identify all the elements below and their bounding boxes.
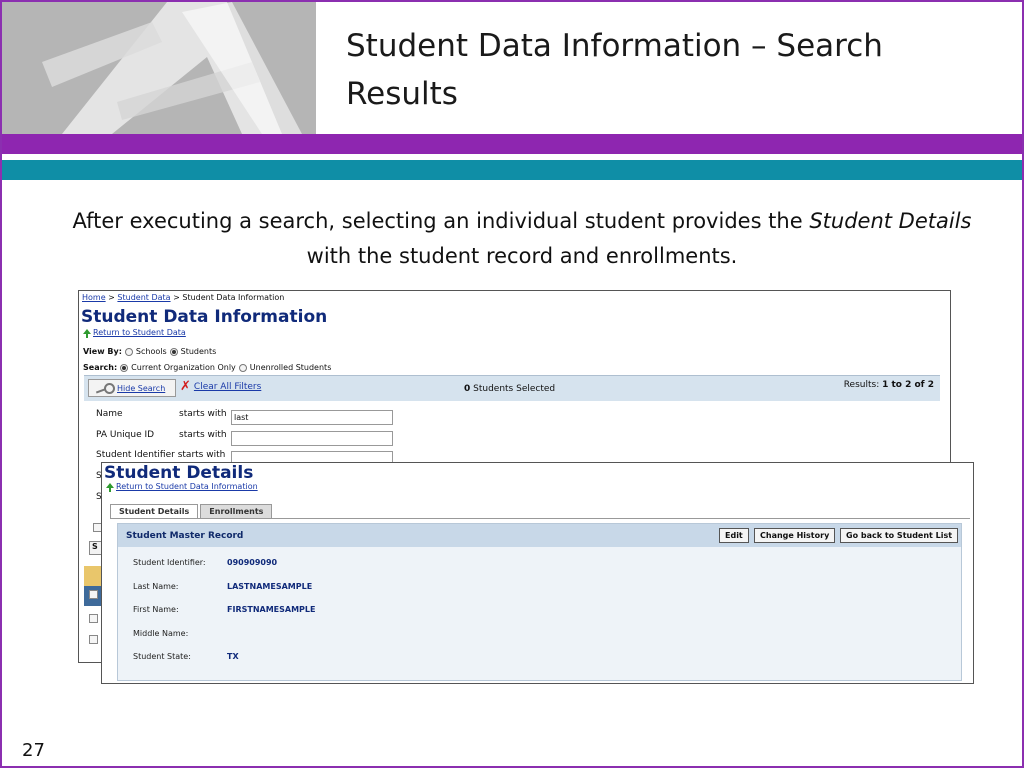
filter-label: Name: [96, 409, 123, 419]
last-name-label: Last Name:: [133, 582, 179, 591]
student-state-label: Student State:: [133, 652, 191, 661]
results-count: Results: 1 to 2 of 2: [844, 380, 934, 390]
students-selected-count: 0 Students Selected: [464, 384, 555, 394]
breadcrumb-home-link[interactable]: Home: [82, 293, 106, 302]
slide-title: Student Data Information – Search Result…: [346, 28, 883, 112]
intro-text-end: with the student record and enrollments.: [306, 244, 738, 268]
view-by-schools-label: Schools: [135, 347, 167, 356]
first-name-value: FIRSTNAMESAMPLE: [227, 605, 316, 614]
edit-button[interactable]: Edit: [719, 528, 749, 543]
name-filter-input[interactable]: last: [231, 410, 393, 425]
current-organization-label: Current Organization Only: [131, 363, 236, 372]
tab-enrollments[interactable]: Enrollments: [200, 504, 273, 519]
breadcrumb-current: Student Data Information: [182, 293, 285, 302]
hide-search-label: Hide Search: [117, 383, 166, 393]
clear-all-filters-link[interactable]: ✗ Clear All Filters: [180, 379, 262, 394]
page-heading: Student Data Information: [81, 307, 328, 327]
intro-text: After executing a search, selecting an i…: [60, 204, 984, 274]
student-master-record-panel: Student Master Record Edit Change Histor…: [117, 523, 962, 681]
search-toolbar: Hide Search ✗ Clear All Filters 0 Studen…: [84, 375, 940, 401]
filter-label: Student Identifier: [96, 450, 175, 460]
tab-divider: [110, 518, 970, 519]
return-row: Return to Student Data: [83, 328, 186, 338]
student-identifier-value: 090909090: [227, 558, 278, 567]
select-all-checkbox[interactable]: [89, 590, 98, 599]
page-number: 27: [22, 740, 45, 761]
intro-text-start: After executing a search, selecting an i…: [72, 209, 810, 233]
pa-unique-id-filter-input[interactable]: [231, 431, 393, 446]
return-to-student-data-information-link[interactable]: Return to Student Data Information: [116, 482, 258, 491]
first-name-label: First Name:: [133, 605, 179, 614]
view-by-students-radio[interactable]: [169, 347, 178, 356]
row-checkbox[interactable]: [89, 614, 98, 623]
change-history-button[interactable]: Change History: [754, 528, 836, 543]
return-row: Return to Student Data Information: [106, 482, 258, 492]
go-back-to-student-list-button[interactable]: Go back to Student List: [840, 528, 959, 543]
return-arrow-icon: [106, 483, 114, 492]
teal-band: [2, 160, 1022, 180]
intro-text-emphasis: Student Details: [809, 209, 972, 233]
return-arrow-icon: [83, 329, 91, 338]
filter-operator: starts with: [179, 409, 227, 419]
hide-search-button[interactable]: Hide Search: [88, 379, 176, 397]
filter-operator: starts with: [179, 430, 227, 440]
row-checkbox[interactable]: [89, 635, 98, 644]
view-by-row: View By: Schools Students: [83, 347, 216, 356]
unenrolled-students-radio[interactable]: [238, 363, 247, 372]
breadcrumb: Home > Student Data > Student Data Infor…: [82, 293, 284, 302]
student-identifier-label: Student Identifier:: [133, 558, 206, 567]
filter-operator: starts with: [177, 450, 226, 460]
filter-row-name: Name starts with: [96, 409, 227, 419]
breadcrumb-separator: >: [170, 293, 183, 302]
record-header: Student Master Record Edit Change Histor…: [118, 524, 961, 547]
results-value: 1 to 2 of 2: [882, 380, 934, 390]
filter-row-student-identifier: Student Identifier starts with: [96, 450, 225, 460]
view-by-schools-radio[interactable]: [124, 347, 133, 356]
current-organization-radio[interactable]: [120, 363, 129, 372]
middle-name-label: Middle Name:: [133, 629, 189, 638]
selected-count-text: Students Selected: [470, 384, 556, 394]
clear-all-filters-label: Clear All Filters: [193, 382, 262, 392]
filter-label: PA Unique ID: [96, 430, 155, 440]
breadcrumb-student-data-link[interactable]: Student Data: [117, 293, 170, 302]
student-details-window: Student Details Return to Student Data I…: [101, 462, 974, 684]
filter-row-pa-unique-id: PA Unique ID starts with: [96, 430, 227, 440]
logo-a-icon: [2, 2, 316, 134]
view-by-label: View By:: [83, 347, 122, 356]
detail-tabs: Student Details Enrollments: [110, 504, 273, 519]
student-details-heading: Student Details: [104, 463, 254, 483]
return-to-student-data-link[interactable]: Return to Student Data: [93, 328, 186, 337]
purple-band: [2, 134, 1022, 154]
last-name-value: LASTNAMESAMPLE: [227, 582, 313, 591]
search-scope-label: Search:: [83, 363, 118, 372]
results-label: Results:: [843, 380, 883, 390]
student-state-value: TX: [227, 652, 239, 661]
view-by-students-label: Students: [180, 347, 217, 356]
clear-filter-x-icon: ✗: [180, 379, 191, 394]
tab-student-details[interactable]: Student Details: [110, 504, 199, 519]
magnifier-icon: [95, 383, 115, 394]
record-title: Student Master Record: [126, 531, 244, 541]
unenrolled-students-label: Unenrolled Students: [249, 363, 332, 372]
search-scope-row: Search: Current Organization Only Unenro…: [83, 363, 331, 372]
breadcrumb-separator: >: [105, 293, 118, 302]
